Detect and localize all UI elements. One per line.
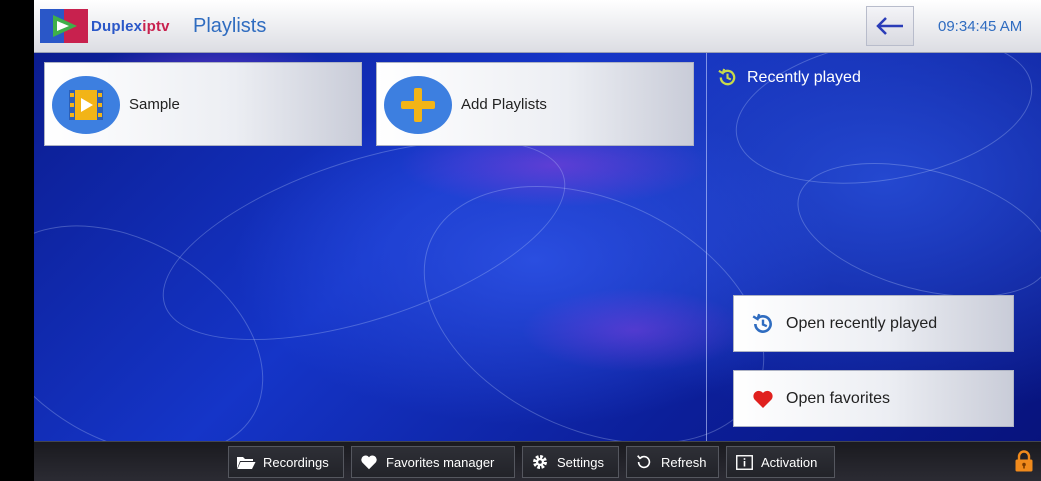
open-favorites-label: Open favorites: [786, 389, 891, 407]
back-button[interactable]: [866, 6, 914, 46]
open-recently-played-button[interactable]: Open recently played: [733, 295, 1014, 352]
recordings-button[interactable]: Recordings: [228, 446, 344, 478]
activation-button[interactable]: Activation: [726, 446, 835, 478]
playlist-icon-circle: [52, 76, 120, 134]
panel-divider: [706, 53, 707, 441]
refresh-icon: [634, 453, 654, 471]
app-logo: [40, 9, 88, 43]
refresh-button[interactable]: Refresh: [626, 446, 719, 478]
playlist-icon-circle: [384, 76, 452, 134]
video-file-icon: [69, 90, 103, 120]
playlist-label: Sample: [129, 96, 180, 113]
bottom-bar: Recordings Favorites manager Settings Re…: [34, 441, 1041, 481]
history-icon: [751, 312, 775, 336]
playlist-label: Add Playlists: [461, 96, 547, 113]
brand-name: Duplexiptv: [91, 18, 170, 35]
open-favorites-button[interactable]: Open favorites: [733, 370, 1014, 427]
arrow-left-icon: [876, 17, 903, 35]
recently-played-title: Recently played: [747, 68, 861, 86]
plus-icon: [401, 88, 435, 122]
recently-played-header: Recently played: [717, 67, 861, 88]
favorites-manager-button[interactable]: Favorites manager: [351, 446, 515, 478]
heart-icon: [359, 453, 379, 471]
clock: 09:34:45 AM: [938, 18, 1023, 35]
info-icon: [734, 453, 754, 471]
add-playlist-card[interactable]: Add Playlists: [376, 62, 694, 146]
activation-label: Activation: [761, 454, 818, 470]
lock-icon[interactable]: [1014, 450, 1034, 472]
settings-label: Settings: [557, 454, 604, 470]
app-screen: Duplexiptv Playlists 09:34:45 AM Sample …: [34, 0, 1041, 481]
top-bar: Duplexiptv Playlists 09:34:45 AM: [34, 0, 1041, 53]
brand-part1: Duplex: [91, 18, 143, 35]
settings-button[interactable]: Settings: [522, 446, 619, 478]
playlist-card-sample[interactable]: Sample: [44, 62, 362, 146]
favorites-manager-label: Favorites manager: [386, 454, 495, 470]
brand-part2: iptv: [142, 18, 170, 35]
heart-icon: [751, 387, 775, 411]
gear-icon: [530, 453, 550, 471]
folder-open-icon: [236, 453, 256, 471]
page-title: Playlists: [193, 15, 267, 37]
refresh-label: Refresh: [661, 454, 707, 470]
history-icon: [718, 68, 736, 86]
recordings-label: Recordings: [263, 454, 329, 470]
open-recently-played-label: Open recently played: [786, 314, 938, 332]
